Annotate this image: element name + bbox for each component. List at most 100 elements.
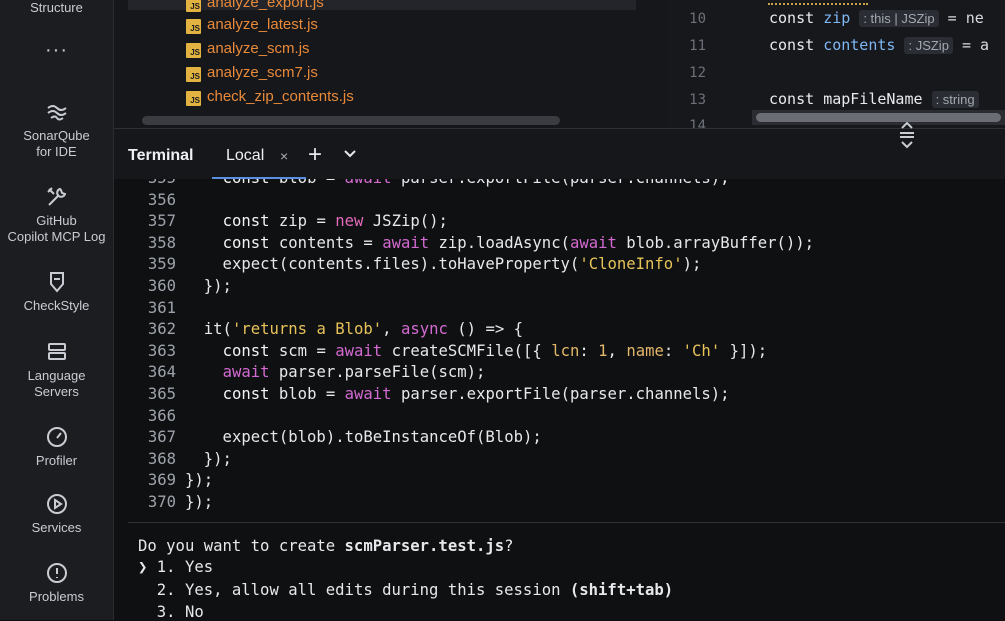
- code-line: 362 it('returns a Blob', async () => {: [114, 319, 523, 341]
- option-label: No: [184, 603, 204, 621]
- tool-label: Language Servers: [27, 368, 86, 399]
- code-editor[interactable]: 10 11 12 13 14 const zip : this | JSZip …: [668, 0, 1005, 128]
- tool-label: Services: [31, 520, 82, 535]
- tree-horizontal-scrollbar[interactable]: [142, 116, 560, 125]
- file-item[interactable]: JS analyze_latest.js: [186, 14, 318, 36]
- keyword: const: [769, 36, 815, 54]
- line-number: 14: [689, 118, 706, 128]
- question-suffix: ?: [504, 537, 514, 555]
- code-line: 363 const scm = await createSCMFile([{ l…: [114, 341, 767, 363]
- tool-window-strip: Structure ··· SonarQube for IDE GitHub C…: [0, 0, 114, 620]
- file-item[interactable]: JS analyze_scm7.js: [186, 62, 318, 84]
- js-file-icon: JS: [186, 43, 201, 58]
- option-yes-allow-all[interactable]: 2. Yes, allow all edits during this sess…: [138, 581, 673, 599]
- code-line-number: 362: [147, 320, 176, 339]
- code-line-text: });: [185, 449, 232, 468]
- option-marker: ❯ 1.: [138, 558, 176, 576]
- identifier: contents: [823, 36, 896, 54]
- wrench-icon: [46, 187, 66, 206]
- file-name: analyze_export.js: [207, 0, 324, 11]
- tool-label: CheckStyle: [23, 298, 90, 313]
- question-text: Do you want to create: [138, 537, 345, 555]
- code-line-number: 360: [147, 277, 176, 295]
- code-line: 366: [114, 406, 185, 428]
- more-icon: ···: [45, 39, 68, 61]
- tool-label: Structure: [30, 0, 83, 15]
- code-line-text: it('returns a Blob', async () => {: [185, 320, 524, 339]
- chevron-down-icon[interactable]: [342, 145, 358, 161]
- tool-label: Problems: [29, 589, 84, 604]
- code-line-number: 364: [147, 363, 176, 382]
- identifier: zip: [823, 9, 851, 27]
- keyword: const: [769, 9, 815, 27]
- new-tab-button[interactable]: +: [308, 141, 322, 169]
- code-line-number: 357: [147, 212, 176, 231]
- tool-language-servers[interactable]: Language Servers: [0, 340, 113, 400]
- js-file-icon: JS: [186, 91, 201, 106]
- code-line-number: 359: [147, 255, 176, 274]
- tool-profiler[interactable]: Profiler: [0, 425, 113, 469]
- file-name: analyze_latest.js: [207, 16, 318, 33]
- tool-sonarqube[interactable]: SonarQube for IDE: [0, 100, 113, 160]
- tool-copilot-mcp-log[interactable]: GitHub Copilot MCP Log: [0, 185, 113, 245]
- server-icon: [47, 343, 66, 360]
- close-icon[interactable]: ×: [280, 148, 288, 164]
- option-label: Yes, allow all edits during this session: [184, 581, 570, 599]
- code-line: 369});: [114, 470, 213, 492]
- code-line-text: await parser.parseFile(scm);: [222, 363, 486, 382]
- tool-services[interactable]: Services: [0, 492, 113, 536]
- checkstyle-icon: [49, 272, 64, 293]
- code-line: 356: [114, 190, 185, 212]
- warning-squiggle: [768, 0, 868, 5]
- tab-local[interactable]: Local ×: [212, 129, 306, 180]
- editor-line: const contents : JSZip = a: [769, 36, 989, 54]
- js-file-icon: JS: [186, 19, 201, 34]
- line-number: 13: [689, 92, 706, 108]
- identifier: mapFileName: [823, 90, 923, 108]
- code-line: 355 const blob = await parser.exportFile…: [114, 179, 730, 190]
- code-line-number: 355: [114, 179, 176, 190]
- code-line-text: });: [185, 277, 232, 295]
- terminal-header: Terminal Local × +: [114, 128, 1005, 180]
- file-item[interactable]: JS analyze_export.js: [186, 0, 324, 14]
- code-rest: = a: [961, 36, 990, 54]
- code-line-text: });: [185, 471, 214, 490]
- code-line-number: 367: [147, 428, 176, 447]
- editor-horizontal-scrollbar[interactable]: [752, 110, 1005, 125]
- confirm-question: Do you want to create scmParser.test.js?: [138, 537, 514, 555]
- option-yes[interactable]: ❯ 1. Yes: [138, 558, 213, 576]
- option-no[interactable]: 3. No: [138, 603, 204, 621]
- code-line-number: 366: [147, 406, 176, 425]
- sonarqube-icon: [46, 105, 67, 121]
- keyword: const: [769, 90, 815, 108]
- terminal-title: Terminal: [128, 147, 194, 164]
- resize-handle-icon[interactable]: [898, 120, 916, 150]
- code-line-number: 365: [147, 385, 176, 403]
- code-line-text: expect(blob).toBeInstanceOf(Blob);: [185, 428, 542, 447]
- gauge-icon: [46, 427, 67, 447]
- tool-label: Profiler: [35, 453, 78, 468]
- file-name: check_zip_contents.js: [207, 88, 354, 105]
- tool-structure[interactable]: Structure: [0, 0, 113, 16]
- scrollbar-thumb[interactable]: [756, 113, 1001, 122]
- code-line-number: 358: [147, 233, 176, 252]
- file-item[interactable]: JS analyze_scm.js: [186, 38, 310, 60]
- file-item[interactable]: JS check_zip_contents.js: [186, 86, 354, 108]
- code-line-text: const contents = await zip.loadAsync(awa…: [222, 233, 815, 252]
- code-line-number: 368: [147, 449, 176, 468]
- code-line: 359 expect(contents.files).toHavePropert…: [114, 254, 702, 276]
- more-tools-button[interactable]: ···: [0, 39, 113, 61]
- option-shortcut: (shift+tab): [569, 581, 674, 599]
- tool-problems[interactable]: Problems: [0, 561, 113, 605]
- file-name: analyze_scm7.js: [207, 64, 318, 81]
- tab-label: Local: [226, 147, 265, 164]
- tool-checkstyle[interactable]: CheckStyle: [0, 270, 113, 314]
- code-line: 361: [114, 298, 185, 320]
- code-rest: = ne: [947, 9, 984, 27]
- code-line-text: expect(contents.files).toHaveProperty('C…: [185, 255, 702, 274]
- type-hint: : this | JSZip: [859, 10, 939, 27]
- code-line: 364 await parser.parseFile(scm);: [114, 362, 486, 384]
